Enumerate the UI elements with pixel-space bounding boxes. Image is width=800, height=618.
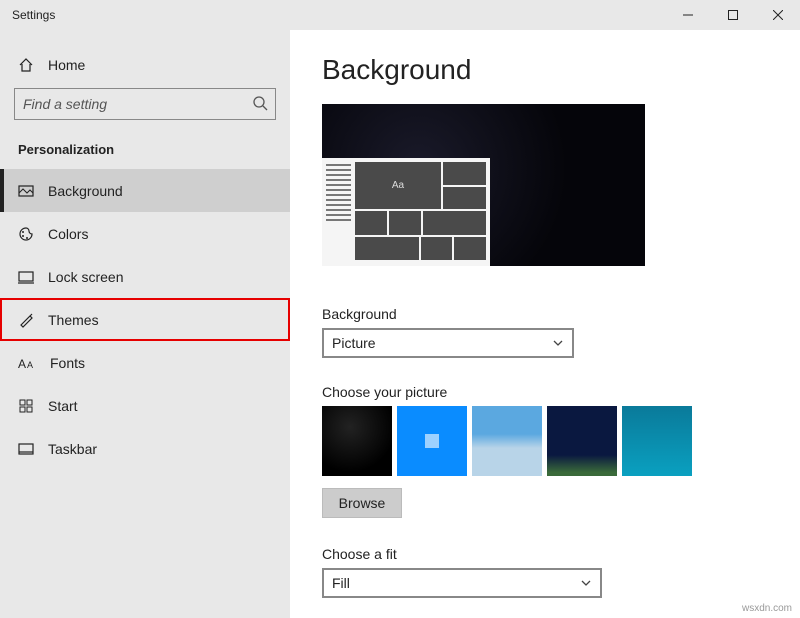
minimize-button[interactable]	[665, 0, 710, 30]
fit-value: Fill	[332, 575, 350, 591]
picture-thumb-1[interactable]	[322, 406, 392, 476]
sidebar-item-fonts[interactable]: AA Fonts	[0, 341, 290, 384]
home-icon	[18, 57, 34, 73]
picture-thumb-5[interactable]	[622, 406, 692, 476]
picture-thumbnails	[322, 406, 800, 476]
sidebar: Home Personalization Background Colors L	[0, 30, 290, 618]
background-type-value: Picture	[332, 335, 376, 351]
page-title: Background	[322, 54, 800, 86]
watermark: wsxdn.com	[742, 603, 792, 614]
sidebar-item-lock-screen[interactable]: Lock screen	[0, 255, 290, 298]
minimize-icon	[683, 10, 693, 20]
lock-screen-icon	[18, 269, 34, 285]
background-type-label: Background	[322, 306, 800, 322]
sidebar-item-label: Fonts	[50, 355, 85, 371]
sidebar-item-background[interactable]: Background	[0, 169, 290, 212]
start-icon	[18, 398, 34, 414]
home-button[interactable]: Home	[0, 48, 290, 88]
home-label: Home	[48, 57, 85, 73]
svg-text:A: A	[27, 360, 33, 370]
desktop-preview: Aa	[322, 104, 645, 266]
sidebar-item-start[interactable]: Start	[0, 384, 290, 427]
category-label: Personalization	[0, 142, 290, 169]
background-type-dropdown[interactable]: Picture	[322, 328, 574, 358]
preview-panel: Aa	[322, 158, 490, 266]
chevron-down-icon	[552, 337, 564, 349]
sidebar-item-label: Themes	[48, 312, 99, 328]
colors-icon	[18, 226, 34, 242]
window-title: Settings	[12, 8, 665, 22]
themes-icon	[18, 312, 34, 328]
fonts-icon: AA	[18, 355, 36, 371]
sidebar-item-themes[interactable]: Themes	[0, 298, 290, 341]
picture-thumb-2[interactable]	[397, 406, 467, 476]
preview-tile-aa: Aa	[355, 162, 441, 209]
picture-thumb-3[interactable]	[472, 406, 542, 476]
sidebar-item-label: Lock screen	[48, 269, 123, 285]
choose-fit-label: Choose a fit	[322, 546, 800, 562]
picture-thumb-4[interactable]	[547, 406, 617, 476]
content-area: Background Aa	[290, 30, 800, 618]
chevron-down-icon	[580, 577, 592, 589]
sidebar-item-label: Colors	[48, 226, 88, 242]
svg-text:A: A	[18, 357, 26, 371]
close-button[interactable]	[755, 0, 800, 30]
sidebar-item-colors[interactable]: Colors	[0, 212, 290, 255]
sidebar-item-taskbar[interactable]: Taskbar	[0, 427, 290, 470]
titlebar: Settings	[0, 0, 800, 30]
sidebar-item-label: Taskbar	[48, 441, 97, 457]
choose-picture-label: Choose your picture	[322, 384, 800, 400]
sidebar-item-label: Background	[48, 183, 123, 199]
maximize-button[interactable]	[710, 0, 755, 30]
taskbar-icon	[18, 441, 34, 457]
background-icon	[18, 183, 34, 199]
fit-dropdown[interactable]: Fill	[322, 568, 602, 598]
sidebar-item-label: Start	[48, 398, 78, 414]
maximize-icon	[728, 10, 738, 20]
search-input[interactable]	[14, 88, 276, 120]
browse-button[interactable]: Browse	[322, 488, 402, 518]
close-icon	[773, 10, 783, 20]
